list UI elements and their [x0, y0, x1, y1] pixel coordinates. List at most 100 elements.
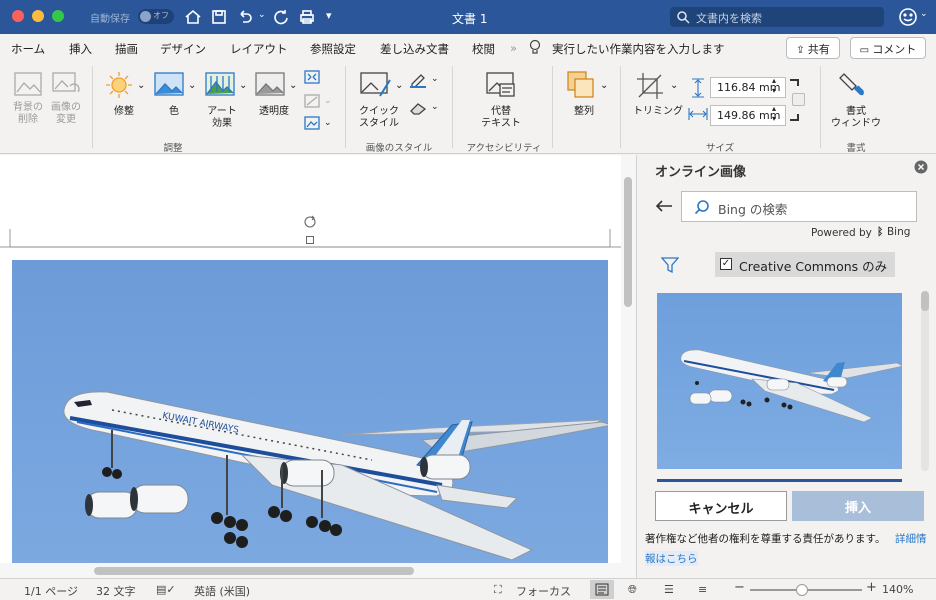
details-link[interactable]: 詳細情 — [895, 531, 927, 546]
account-dropdown-icon[interactable]: ⌄ — [920, 9, 928, 19]
creative-commons-filter[interactable]: ✓ Creative Commons のみ — [715, 252, 895, 277]
word-count[interactable]: 32 文字 — [96, 583, 136, 599]
lock-aspect-ratio-checkbox[interactable] — [792, 93, 805, 106]
horizontal-scrollbar[interactable] — [0, 563, 621, 578]
change-picture-button[interactable]: 画像の 変更 — [46, 102, 86, 126]
autosave-toggle[interactable]: オフ — [138, 9, 174, 24]
resize-handle-top[interactable] — [306, 236, 314, 244]
language-indicator[interactable]: 英語 (米国) — [194, 583, 250, 599]
focus-icon[interactable]: ⛶ — [494, 583, 502, 597]
group-label-picture-styles: 画像のスタイル — [365, 143, 433, 154]
width-up-icon[interactable]: ▴ — [772, 104, 776, 113]
close-window-button[interactable] — [12, 10, 24, 22]
zoom-in-button[interactable]: + — [866, 580, 877, 595]
horizontal-scroll-thumb[interactable] — [94, 567, 414, 575]
reset-picture-icon[interactable] — [304, 94, 320, 108]
home-icon[interactable] — [184, 8, 202, 26]
undo-dropdown-icon[interactable]: ⌄ — [258, 10, 266, 20]
vertical-scrollbar[interactable] — [621, 155, 636, 578]
picture-border-icon[interactable] — [304, 116, 320, 130]
zoom-slider[interactable] — [750, 584, 862, 596]
tell-me-input[interactable]: 実行したい作業内容を入力します — [552, 41, 725, 57]
document-canvas[interactable]: KUWAIT AIRWAYS — [0, 155, 636, 578]
tab-layout[interactable]: レイアウト — [230, 41, 288, 57]
quick-styles-dropdown-icon[interactable]: ⌄ — [395, 80, 403, 91]
corrections-dropdown-icon[interactable]: ⌄ — [137, 80, 145, 91]
title-bar: 自動保存 オフ ⌄ ▾ 文書 1 文書内を検索 ⌄ — [0, 0, 936, 34]
outline-view-icon[interactable]: ☰ — [664, 583, 674, 596]
width-down-icon[interactable]: ▾ — [772, 114, 776, 123]
format-pane-button[interactable]: 書式 ウィンドウ — [828, 106, 884, 130]
comments-button[interactable]: ▭ コメント — [850, 37, 926, 59]
picture-border-dropdown-icon[interactable]: ⌄ — [324, 118, 332, 128]
tab-review[interactable]: 校閲 — [472, 41, 495, 57]
results-scroll-thumb[interactable] — [921, 291, 929, 311]
creative-commons-checkbox[interactable]: ✓ — [720, 258, 732, 270]
proofing-icon[interactable]: ▤✓ — [156, 583, 176, 596]
redo-icon[interactable] — [272, 8, 290, 26]
height-down-icon[interactable]: ▾ — [772, 86, 776, 95]
save-icon[interactable] — [210, 8, 228, 26]
bing-search-input[interactable]: Bing の検索 — [681, 191, 917, 222]
alt-text-button[interactable]: 代替 テキスト — [476, 106, 526, 130]
height-up-icon[interactable]: ▴ — [772, 76, 776, 85]
group-label-size: サイズ — [705, 143, 735, 154]
arrange-dropdown-icon[interactable]: ⌄ — [600, 80, 608, 91]
compress-pictures-icon[interactable] — [304, 70, 320, 84]
remove-background-button[interactable]: 背景の 削除 — [8, 102, 48, 126]
picture-effects-pen-icon[interactable] — [409, 72, 427, 88]
zoom-slider-thumb[interactable] — [796, 584, 808, 596]
share-button[interactable]: ⇪ 共有 — [786, 37, 840, 59]
eraser-icon[interactable] — [409, 100, 427, 116]
inserted-airplane-picture[interactable]: KUWAIT AIRWAYS — [12, 260, 608, 578]
tab-mailings[interactable]: 差し込み文書 — [380, 41, 449, 57]
minimize-window-button[interactable] — [32, 10, 44, 22]
transparency-button[interactable]: 透明度 — [254, 106, 294, 118]
transparency-dropdown-icon[interactable]: ⌄ — [289, 80, 297, 91]
share-icon: ⇪ — [796, 45, 808, 56]
color-dropdown-icon[interactable]: ⌄ — [188, 80, 196, 91]
insert-button[interactable]: 挿入 — [792, 491, 924, 521]
rotate-handle-icon[interactable] — [302, 214, 318, 230]
color-button[interactable]: 色 — [160, 106, 188, 118]
zoom-level[interactable]: 140% — [882, 583, 913, 596]
details-link-continued[interactable]: 報はこちら — [645, 551, 698, 566]
close-pane-icon[interactable] — [914, 160, 928, 174]
crop-dropdown-icon[interactable]: ⌄ — [670, 80, 678, 91]
quick-styles-button[interactable]: クイック スタイル — [356, 106, 402, 130]
focus-mode-button[interactable]: フォーカス — [516, 583, 571, 599]
account-smiley-icon[interactable] — [898, 7, 918, 27]
customize-toolbar-icon[interactable]: ▾ — [326, 9, 332, 22]
document-title: 文書 1 — [452, 12, 488, 26]
art-effects-button[interactable]: アート 効果 — [202, 106, 242, 130]
undo-icon[interactable] — [236, 8, 254, 26]
draft-view-icon[interactable]: ≡ — [698, 583, 707, 596]
print-icon[interactable] — [298, 8, 316, 26]
corrections-button[interactable]: 修整 — [106, 106, 142, 118]
reset-picture-dropdown-icon[interactable]: ⌄ — [324, 96, 332, 106]
art-effects-dropdown-icon[interactable]: ⌄ — [239, 80, 247, 91]
print-layout-view-button[interactable] — [590, 580, 614, 599]
tab-design[interactable]: デザイン — [160, 41, 206, 57]
search-input[interactable]: 文書内を検索 — [670, 7, 884, 27]
arrange-button[interactable]: 整列 — [566, 106, 602, 118]
pen-dropdown-icon[interactable]: ⌄ — [431, 74, 439, 84]
tab-references[interactable]: 参照設定 — [310, 41, 356, 57]
filter-icon[interactable] — [661, 257, 679, 273]
tab-home[interactable]: ホーム — [11, 41, 45, 57]
cancel-button[interactable]: キャンセル — [655, 491, 787, 521]
web-layout-view-icon[interactable]: 🌐︎ — [628, 583, 637, 597]
results-scrollbar[interactable] — [921, 291, 929, 471]
more-tabs-icon[interactable]: » — [510, 41, 517, 55]
back-arrow-icon[interactable] — [655, 199, 673, 213]
zoom-window-button[interactable] — [52, 10, 64, 22]
tab-insert[interactable]: 挿入 — [69, 41, 92, 57]
crop-button[interactable]: トリミング — [630, 106, 686, 118]
page-count[interactable]: 1/1 ページ — [24, 583, 78, 599]
pane-title: オンライン画像 — [655, 165, 747, 180]
vertical-scroll-thumb[interactable] — [624, 177, 632, 307]
zoom-out-button[interactable]: − — [734, 580, 745, 595]
tab-draw[interactable]: 描画 — [115, 41, 138, 57]
search-result-thumbnail[interactable] — [657, 293, 902, 469]
eraser-dropdown-icon[interactable]: ⌄ — [431, 102, 439, 112]
